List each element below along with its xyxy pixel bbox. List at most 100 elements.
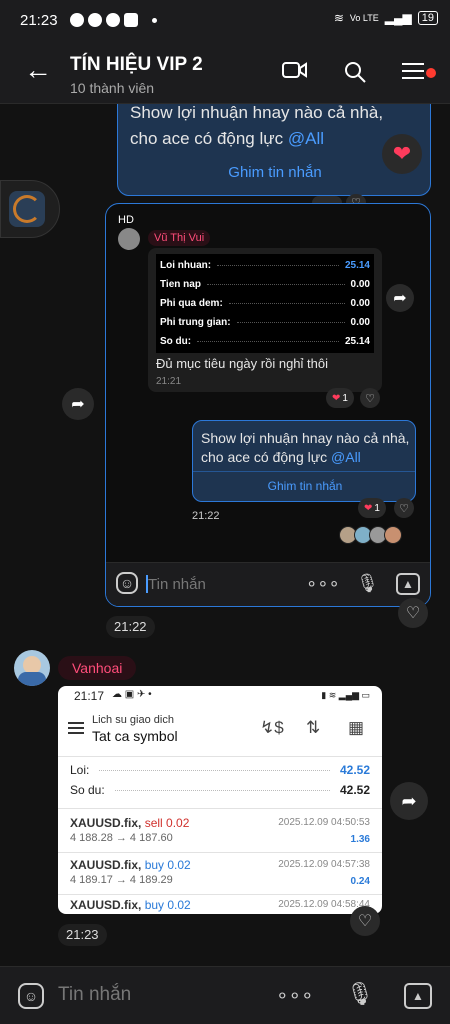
back-arrow-icon[interactable]: ←	[24, 56, 52, 84]
forward-icon[interactable]: ➦	[62, 388, 94, 420]
app-icon	[124, 13, 138, 27]
battery-icon: 19	[417, 11, 438, 25]
deal-date: 2025.12.09 04:50:53	[278, 817, 370, 828]
status-right: ≋ Vo LTE ▂▄▆ 19	[334, 11, 438, 25]
stat-label: So du:	[160, 336, 192, 347]
message-composer: ☺ Tin nhắn ∘∘∘ 🎙 ▲	[0, 966, 450, 1024]
deal-symbol: XAUUSD.fix, buy 0.02	[70, 898, 191, 912]
heart-outline-icon[interactable]: ♡	[360, 388, 380, 408]
stat-label: Tien nap	[160, 279, 201, 290]
gallery-icon[interactable]: ▲	[404, 983, 432, 1009]
shot-status-bar: 21:17 ☁ ▣ ✈ • ▮ ≋ ▂▄▆ ▭	[58, 686, 382, 708]
chat-title[interactable]: TÍN HIỆU VIP 2	[70, 54, 203, 76]
message-input[interactable]: Tin nhắn	[58, 984, 131, 1006]
member-count[interactable]: 10 thành viên	[70, 80, 154, 96]
input-placeholder: Tin nhắn	[148, 576, 206, 593]
summary-row: So du: 42.52	[70, 780, 370, 800]
summary-value: 42.52	[339, 783, 370, 797]
reaction-count: 1	[342, 392, 348, 404]
deal-symbol-text: XAUUSD.fix,	[70, 816, 142, 830]
shot-status-right: ▮ ≋ ▂▄▆ ▭	[321, 690, 370, 700]
heart-outline-icon[interactable]: ♡	[398, 598, 428, 628]
stat-value: 25.14	[344, 336, 370, 347]
message-text: Show lợi nhuận hnay nào cả nhà, cho ace …	[130, 100, 383, 152]
deal-side: buy 0.02	[144, 858, 191, 872]
message-text-line2: cho ace có động lực	[201, 449, 332, 465]
sort-icon: ⇅	[306, 718, 321, 737]
stats-time: 21:21	[156, 376, 182, 387]
avatar-body	[18, 672, 46, 686]
currency-exchange-icon: ↯$	[260, 718, 284, 737]
shot-header: Lich su giao dich Tat ca symbol ↯$ ⇅ ▦	[58, 710, 382, 754]
summary-row: Loi: 42.52	[70, 760, 370, 780]
deal-symbol-text: XAUUSD.fix,	[70, 898, 142, 912]
search-icon[interactable]	[343, 60, 367, 90]
signal-icon: ▂▄▆	[384, 11, 412, 25]
mic-icon: 🎙	[356, 573, 379, 593]
message-text: Show lợi nhuận hnay nào cả nhà, cho ace …	[201, 429, 409, 467]
mention-link[interactable]: @All	[288, 129, 324, 148]
gallery-icon: ▲	[396, 573, 420, 595]
notification-dot	[426, 68, 436, 78]
divider	[193, 471, 415, 472]
deal-symbol-text: XAUUSD.fix,	[70, 858, 142, 872]
shot-header-small: Lich su giao dich	[92, 714, 174, 726]
shot-status-icons: ☁ ▣ ✈ •	[112, 689, 152, 700]
trade-history-screenshot[interactable]: 21:17 ☁ ▣ ✈ • ▮ ≋ ▂▄▆ ▭ Lich su giao dic…	[58, 686, 382, 914]
deal-date: 2025.12.09 04:57:38	[278, 859, 370, 870]
more-icon[interactable]: ∘∘∘	[276, 983, 314, 1008]
notification-icon	[70, 13, 84, 27]
heart-outline-icon[interactable]: ♡	[350, 906, 380, 936]
heart-outline-icon: ♡	[394, 498, 414, 518]
emoji-icon[interactable]: ☺	[18, 983, 44, 1009]
status-time: 21:23	[20, 12, 58, 29]
network-label: Vo LTE	[349, 13, 379, 23]
pin-message-label: Ghim tin nhắn	[267, 479, 343, 493]
message-time: 21:23	[58, 924, 107, 946]
stat-label: Phi qua dem:	[160, 298, 223, 309]
forward-icon[interactable]: ➦	[386, 284, 414, 312]
mic-icon[interactable]: 🎙	[346, 981, 374, 1007]
stat-row: So du: 25.14	[156, 332, 374, 351]
forwarded-initials: HD	[118, 214, 134, 226]
floating-thumbnail[interactable]	[0, 180, 60, 238]
reaction-pill: ❤ 1	[358, 498, 386, 518]
deal-side: buy 0.02	[144, 898, 191, 912]
forwarded-avatar	[118, 228, 140, 250]
avatar[interactable]	[14, 650, 50, 686]
chat-header: ← TÍN HIỆU VIP 2 10 thành viên	[0, 40, 450, 104]
forwarded-bubble-time: 21:22	[192, 510, 220, 522]
message-time: 21:22	[106, 616, 155, 638]
menu-list-icon[interactable]	[402, 60, 426, 88]
emoji-icon: ☺	[116, 572, 138, 594]
summary-label: Loi:	[70, 763, 90, 777]
summary-label: So du:	[70, 783, 105, 797]
reaction-pill[interactable]: ❤ 1	[326, 388, 354, 408]
stat-row: Loi nhuan: 25.14	[156, 256, 374, 275]
reaction-count: 1	[374, 502, 380, 514]
forwarded-message-bubble: Show lợi nhuận hnay nào cả nhà, cho ace …	[192, 420, 416, 502]
more-icon: ∘∘∘	[306, 573, 340, 593]
stat-value: 0.00	[350, 317, 370, 328]
stat-label: Phi trung gian:	[160, 317, 231, 328]
shot-header-big: Tat ca symbol	[92, 728, 178, 744]
message-text-line2: cho ace có động lực	[130, 129, 288, 148]
deal-symbol: XAUUSD.fix, buy 0.02	[70, 858, 191, 872]
stat-label: Loi nhuan:	[160, 260, 212, 271]
divider	[58, 756, 382, 757]
video-call-icon[interactable]	[282, 60, 308, 86]
pin-message-button[interactable]: Ghim tin nhắn	[118, 164, 432, 181]
deal-prices: 4 188.28 → 4 187.60	[70, 832, 173, 844]
summary-value: 42.52	[339, 763, 370, 777]
shot-time: 21:17	[74, 689, 105, 703]
forward-icon[interactable]: ➦	[390, 782, 428, 820]
heart-icon[interactable]: ❤	[382, 134, 422, 174]
profit-stats-table: Loi nhuan: 25.14 Tien nap 0.00 Phi qua dem…	[156, 254, 374, 353]
deal-symbol: XAUUSD.fix, sell 0.02	[70, 816, 189, 830]
forwarded-input-bar: ☺ Tin nhắn ∘∘∘ 🎙 ▲	[106, 562, 430, 606]
deal-row: XAUUSD.fix, buy 0.02 2025.12.09 04:58:44	[70, 894, 370, 914]
divider	[58, 852, 382, 853]
hamburger-icon	[68, 722, 84, 734]
sender-name[interactable]: Vanhoai	[58, 656, 137, 680]
stat-row: Tien nap 0.00	[156, 275, 374, 294]
